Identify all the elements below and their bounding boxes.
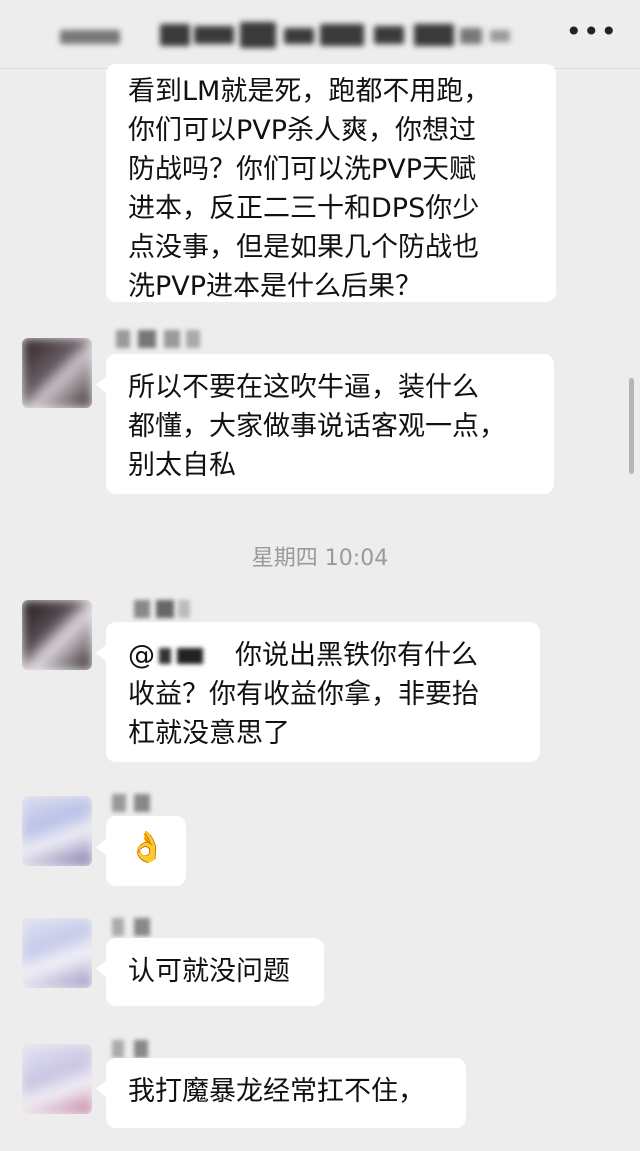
chat-header: ••• <box>0 0 640 69</box>
ok-hand-emoji: 👌 <box>128 830 166 865</box>
scrollbar-thumb[interactable] <box>629 378 634 474</box>
message-bubble[interactable]: 认可就没问题 <box>96 938 324 1006</box>
sender-name <box>112 1040 162 1058</box>
avatar[interactable] <box>22 1044 92 1114</box>
chat-title <box>160 18 520 52</box>
sender-name <box>112 794 162 812</box>
sender-name <box>116 330 206 348</box>
message-bubble[interactable]: @ 你说出黑铁你有什么 收益？你有收益你拿，非要抬 杠就没意思了 <box>96 622 540 762</box>
message-text: 认可就没问题 <box>128 956 290 987</box>
back-button[interactable] <box>60 26 130 46</box>
avatar[interactable] <box>22 600 92 670</box>
message-bubble[interactable]: 看到LM就是死，跑都不用跑， 你们可以PVP杀人爽，你想过 防战吗？你们可以洗P… <box>106 64 556 302</box>
message-text: 我打魔暴龙经常扛不住， <box>128 1076 425 1107</box>
mentioned-user[interactable] <box>155 644 235 670</box>
sender-name <box>134 600 194 618</box>
timestamp-divider: 星期四 10:04 <box>251 546 389 571</box>
message-bubble[interactable]: 所以不要在这吹牛逼，装什么 都懂，大家做事说话客观一点， 别太自私 <box>96 354 554 494</box>
message-text: @ 你说出黑铁你有什么 收益？你有收益你拿，非要抬 杠就没意思了 <box>128 640 479 749</box>
avatar[interactable] <box>22 796 92 866</box>
message-text: 看到LM就是死，跑都不用跑， 你们可以PVP杀人爽，你想过 防战吗？你们可以洗P… <box>128 76 491 302</box>
mention-prefix: @ <box>128 640 155 671</box>
message-bubble[interactable]: 我打魔暴龙经常扛不住， <box>96 1058 466 1128</box>
sender-name <box>112 918 162 936</box>
message-bubble[interactable]: 👌 <box>96 816 186 886</box>
avatar[interactable] <box>22 918 92 988</box>
avatar[interactable] <box>22 338 92 408</box>
message-text: 所以不要在这吹牛逼，装什么 都懂，大家做事说话客观一点， 别太自私 <box>128 372 506 481</box>
more-options-icon[interactable]: ••• <box>565 18 618 46</box>
